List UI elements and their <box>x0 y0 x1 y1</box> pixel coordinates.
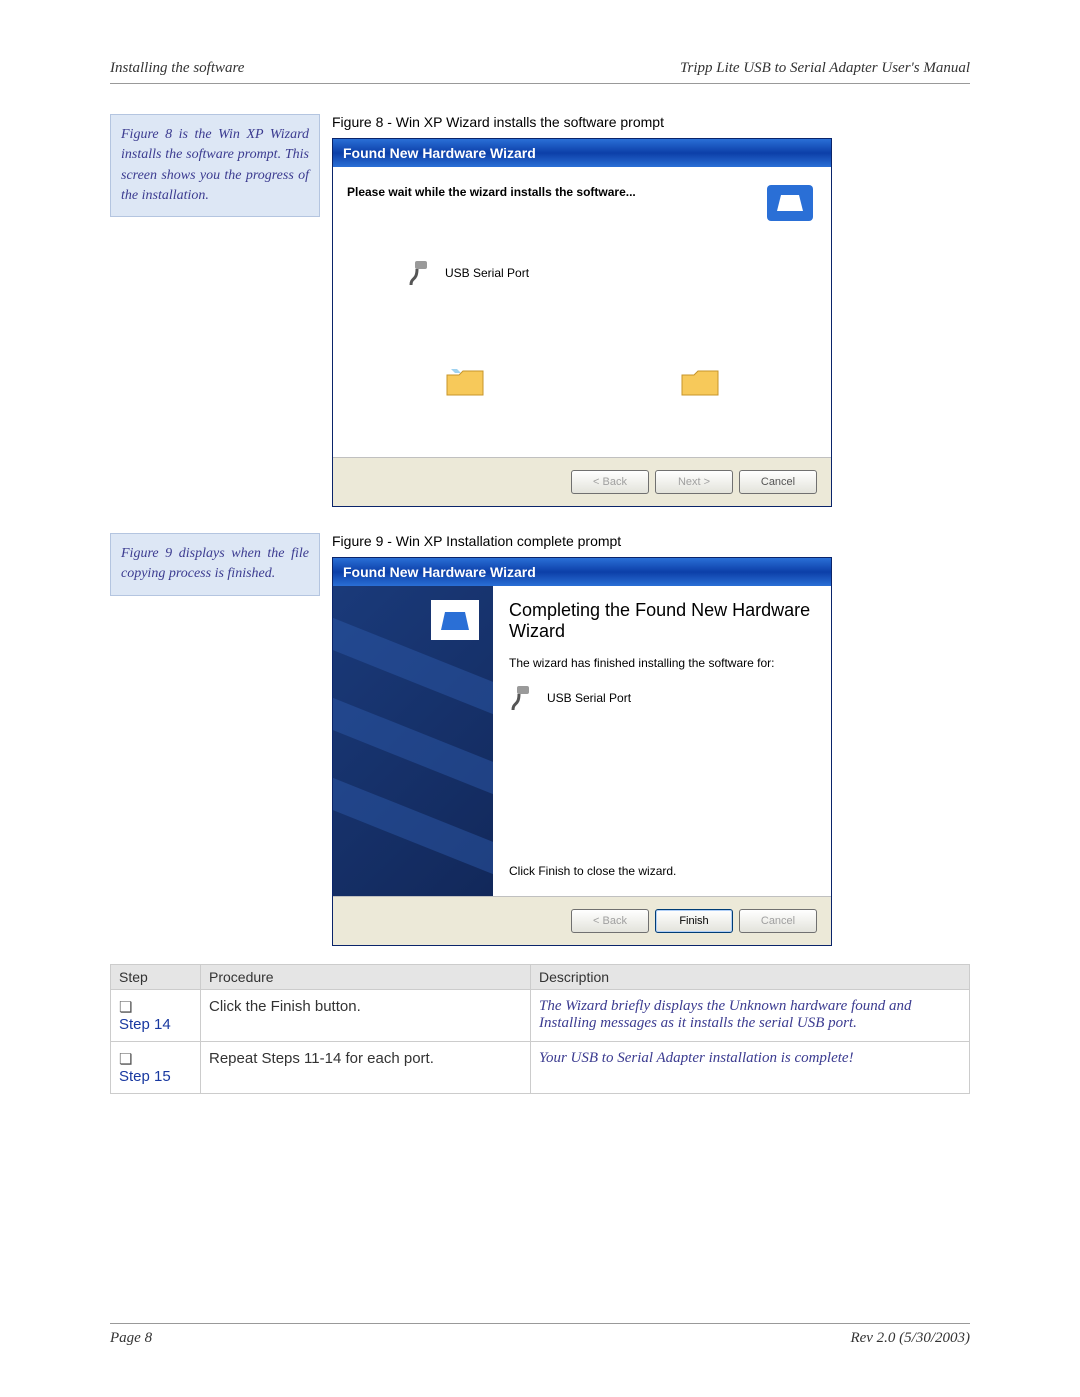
back-button[interactable]: < Back <box>571 909 649 933</box>
figure9-block: Figure 9 displays when the file copying … <box>110 533 970 946</box>
header-right: Tripp Lite USB to Serial Adapter User's … <box>680 60 970 77</box>
folder-source-icon <box>445 367 485 399</box>
footer-right: Rev 2.0 (5/30/2003) <box>850 1330 970 1347</box>
dialog-title: Found New Hardware Wizard <box>333 558 831 586</box>
table-row: ❏ Step 14 Click the Finish button. The W… <box>111 990 970 1042</box>
figure9-caption: Figure 9 - Win XP Installation complete … <box>332 533 970 549</box>
dialog-body: Please wait while the wizard installs th… <box>333 167 831 457</box>
click-finish-text: Click Finish to close the wizard. <box>509 864 815 878</box>
checkbox-icon: ❏ <box>119 999 132 1016</box>
dialog-left-panel <box>333 586 493 896</box>
dialog-message: Please wait while the wizard installs th… <box>347 185 817 199</box>
device-label: USB Serial Port <box>547 691 631 705</box>
page-footer: Page 8 Rev 2.0 (5/30/2003) <box>110 1330 970 1347</box>
step-cell: ❏ Step 15 <box>111 1042 201 1094</box>
procedure-cell: Click the Finish button. <box>201 990 531 1042</box>
steps-table: Step Procedure Description ❏ Step 14 Cli… <box>110 964 970 1094</box>
page-header: Installing the software Tripp Lite USB t… <box>110 60 970 77</box>
dialog-buttons: < Back Finish Cancel <box>333 896 831 945</box>
completion-subtext: The wizard has finished installing the s… <box>509 656 815 670</box>
header-divider <box>110 83 970 84</box>
col-step: Step <box>111 965 201 990</box>
dialog-buttons: < Back Next > Cancel <box>333 457 831 506</box>
col-description: Description <box>531 965 970 990</box>
figure8-dialog: Found New Hardware Wizard Please wait wh… <box>332 138 832 507</box>
device-row: USB Serial Port <box>407 259 817 287</box>
step-number: Step 14 <box>119 1016 171 1033</box>
device-label: USB Serial Port <box>445 266 529 280</box>
folder-dest-icon <box>680 367 720 399</box>
dialog-title: Found New Hardware Wizard <box>333 139 831 167</box>
usb-port-icon <box>407 259 435 287</box>
finish-button[interactable]: Finish <box>655 909 733 933</box>
checkbox-icon: ❏ <box>119 1051 132 1068</box>
table-header-row: Step Procedure Description <box>111 965 970 990</box>
col-procedure: Procedure <box>201 965 531 990</box>
back-button[interactable]: < Back <box>571 470 649 494</box>
cancel-button[interactable]: Cancel <box>739 909 817 933</box>
figure9-callout: Figure 9 displays when the file copying … <box>110 533 320 596</box>
step-number: Step 15 <box>119 1068 171 1085</box>
next-button[interactable]: Next > <box>655 470 733 494</box>
figure8-caption: Figure 8 - Win XP Wizard installs the so… <box>332 114 970 130</box>
usb-port-icon <box>509 684 537 712</box>
dialog-right-panel: Completing the Found New Hardware Wizard… <box>493 586 831 896</box>
description-cell: The Wizard briefly displays the Unknown … <box>531 990 970 1042</box>
description-cell: Your USB to Serial Adapter installation … <box>531 1042 970 1094</box>
figure8-callout: Figure 8 is the Win XP Wizard installs t… <box>110 114 320 217</box>
header-left: Installing the software <box>110 60 244 77</box>
figure8-block: Figure 8 is the Win XP Wizard installs t… <box>110 114 970 507</box>
hardware-icon <box>763 181 817 225</box>
completion-heading: Completing the Found New Hardware Wizard <box>509 600 815 642</box>
table-row: ❏ Step 15 Repeat Steps 11-14 for each po… <box>111 1042 970 1094</box>
step-cell: ❏ Step 14 <box>111 990 201 1042</box>
footer-divider <box>110 1323 970 1324</box>
hardware-icon <box>431 600 479 640</box>
cancel-button[interactable]: Cancel <box>739 470 817 494</box>
footer-left: Page 8 <box>110 1330 152 1347</box>
figure9-dialog: Found New Hardware Wizard Completing the… <box>332 557 832 946</box>
progress-folders <box>347 367 817 399</box>
device-row: USB Serial Port <box>509 684 815 712</box>
procedure-cell: Repeat Steps 11-14 for each port. <box>201 1042 531 1094</box>
dialog-body: Completing the Found New Hardware Wizard… <box>333 586 831 896</box>
